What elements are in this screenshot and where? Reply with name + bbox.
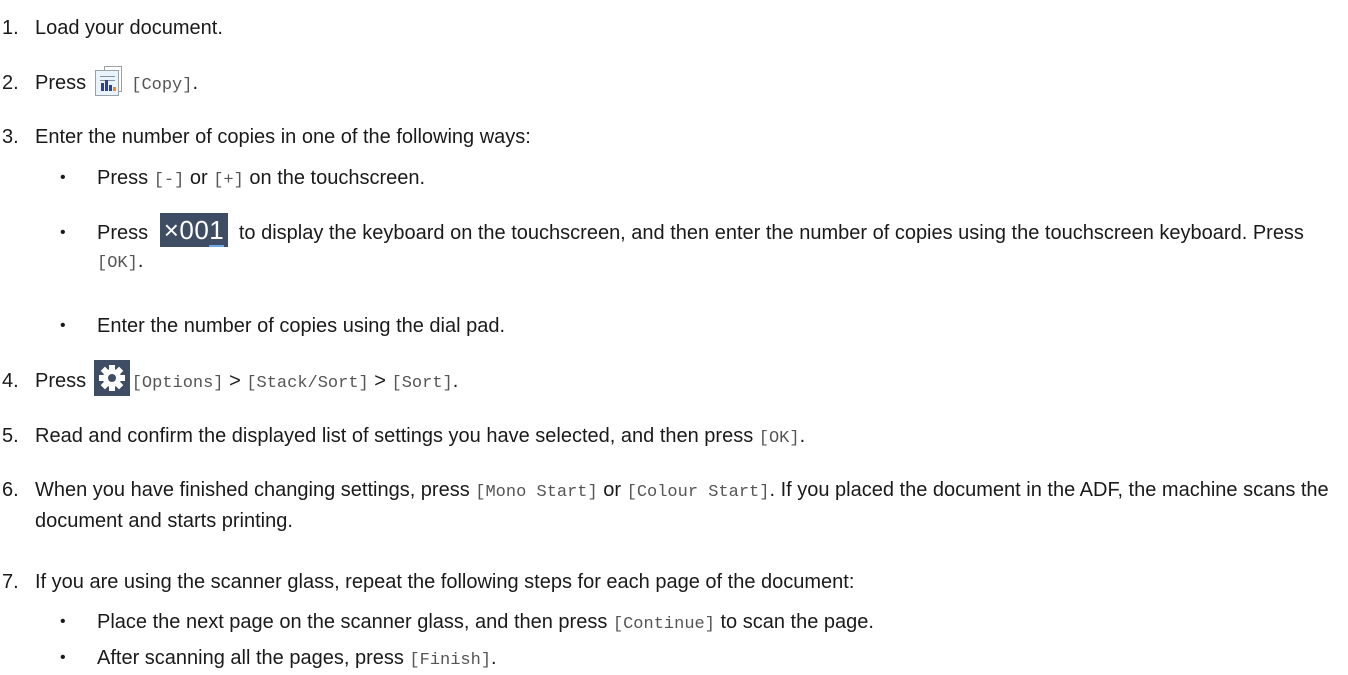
step-number: 5. xyxy=(2,425,19,447)
finish-code: [Finish] xyxy=(409,651,492,670)
copy-code: [Copy] xyxy=(131,76,193,95)
step-number: 2. xyxy=(2,72,19,94)
mono-start-code: [Mono Start] xyxy=(475,483,598,502)
stack-sort-code: [Stack/Sort] xyxy=(246,374,369,393)
ok-code: [OK] xyxy=(758,429,800,448)
ok-code: [OK] xyxy=(97,254,138,273)
step-text-post: . xyxy=(192,72,199,94)
step-text: Read and confirm the displayed list of s… xyxy=(35,425,806,448)
continue-code: [Continue] xyxy=(612,615,715,634)
plus-code: [+] xyxy=(213,171,244,190)
step-text: Press [Copy]. xyxy=(35,65,1340,100)
copy-icon[interactable] xyxy=(94,65,122,96)
bullet-text: Press [-] or [+] on the touchscreen. xyxy=(97,167,426,190)
bullet: • xyxy=(60,649,66,666)
sort-code: [Sort] xyxy=(391,374,453,393)
bullet-text: After scanning all the pages, press [Fin… xyxy=(97,647,497,670)
step-number: 3. xyxy=(2,126,19,148)
minus-code: [-] xyxy=(153,171,185,190)
bullet: • xyxy=(60,613,66,630)
gear-icon[interactable] xyxy=(93,359,130,396)
step-text: When you have finished changing settings… xyxy=(35,479,1329,532)
bullet-text: Place the next page on the scanner glass… xyxy=(97,611,874,634)
step-text-pre: Press xyxy=(35,72,87,94)
step-number: 1. xyxy=(2,17,19,39)
step-number: 6. xyxy=(2,479,19,501)
step-number: 7. xyxy=(2,571,19,593)
step-text: Enter the number of copies in one of the… xyxy=(35,126,531,148)
bullet: • xyxy=(60,224,66,241)
step-text: If you are using the scanner glass, repe… xyxy=(35,571,855,593)
step-text: Load your document. xyxy=(35,17,223,39)
step-text: Press [Options] > [Stack/Sort] > [Sort]. xyxy=(35,359,1340,398)
bullet-text: Enter the number of copies using the dia… xyxy=(97,315,506,337)
colour-start-code: [Colour Start] xyxy=(626,483,770,502)
step-number: 4. xyxy=(2,370,19,392)
copy-count-button[interactable]: ×001 xyxy=(159,212,229,247)
step-text-pre: Press xyxy=(35,370,87,392)
bullet-text: Press ×001 to display the keyboard on th… xyxy=(97,212,1304,273)
bullet: • xyxy=(60,169,66,186)
options-code: [Options] xyxy=(131,374,224,393)
bullet: • xyxy=(60,317,66,334)
